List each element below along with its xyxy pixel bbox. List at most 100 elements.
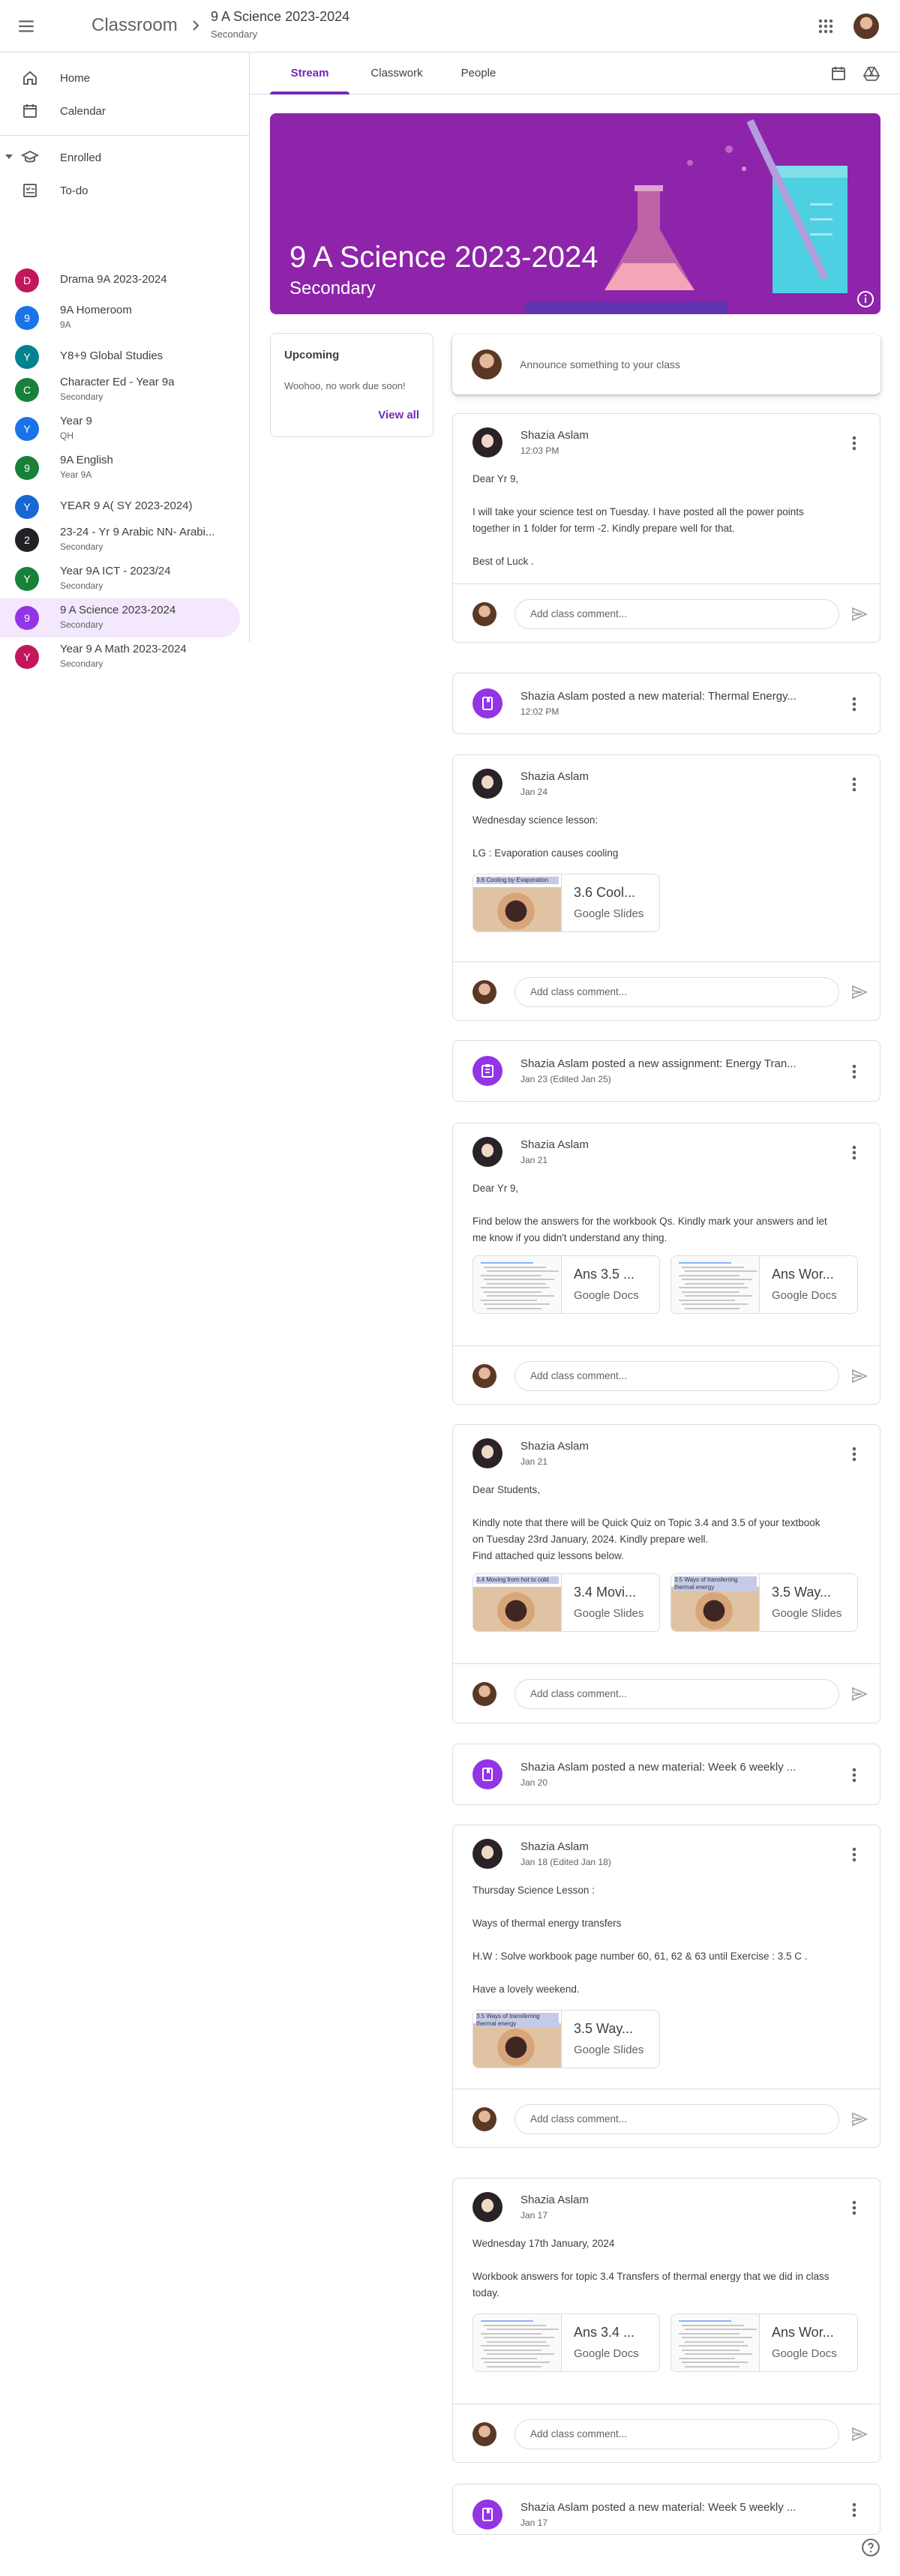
sidebar-class-item[interactable]: 9 9A Homeroom 9A (0, 298, 240, 337)
google-drive-icon[interactable] (862, 64, 880, 82)
post-body-line: Have a lovely weekend. (472, 1984, 580, 1995)
breadcrumb-class-section: Secondary (211, 28, 258, 40)
menu-icon[interactable] (16, 16, 36, 36)
sidebar-item-home[interactable]: Home (0, 61, 240, 94)
attachment-card[interactable]: 3.4 Moving from hot to cold 3.4 Movi... Go… (472, 1573, 660, 1632)
class-name: 9 A Science 2023-2024 (60, 604, 176, 616)
account-avatar[interactable] (854, 13, 879, 39)
material-post-card[interactable]: Shazia Aslam posted a new assignment: En… (452, 1040, 880, 1102)
upcoming-widget: Upcoming Woohoo, no work due soon! View … (270, 333, 434, 437)
more-options-icon[interactable] (843, 432, 866, 454)
more-options-icon[interactable] (843, 1764, 866, 1786)
send-icon[interactable] (850, 605, 868, 623)
class-comment-input[interactable]: Add class comment... (514, 1679, 839, 1709)
post-date: Jan 20 (520, 1777, 548, 1788)
more-options-icon[interactable] (843, 773, 866, 796)
sidebar-class-item[interactable]: 9 9 A Science 2023-2024 Secondary (0, 598, 240, 637)
attachment-card[interactable]: Ans 3.5 ... Google Docs (472, 1255, 660, 1314)
sidebar-item-calendar[interactable]: Calendar (0, 94, 240, 127)
attachment-card[interactable]: 3.6 Cooling by Evaporation 3.6 Cool... Goo… (472, 874, 660, 932)
tab-stream[interactable]: Stream (270, 52, 350, 94)
class-name: Y8+9 Global Studies (60, 349, 164, 362)
sidebar-class-item[interactable]: Y Year 9 A Math 2023-2024 Secondary (0, 637, 240, 676)
info-icon[interactable] (856, 290, 874, 308)
class-section: Secondary (60, 580, 104, 591)
avatar (472, 769, 502, 799)
sidebar-class-item[interactable]: 2 23-24 - Yr 9 Arabic NN- Arabi... Seconda… (0, 520, 240, 559)
tab-classwork[interactable]: Classwork (356, 52, 438, 94)
sidebar-item-label: Enrolled (60, 151, 102, 164)
class-banner: 9 A Science 2023-2024 Secondary (270, 113, 880, 314)
announcement-post-card: Shazia Aslam Jan 17 Wednesday 17th January… (452, 2178, 880, 2463)
post-body-line: together in 1 folder for term -2. Kindly… (472, 523, 735, 534)
sidebar-class-item[interactable]: Y Year 9 QH (0, 409, 240, 448)
slide-thumb-title: 3.5 Ways of transferring thermal energy (476, 2013, 559, 2028)
attachment-card[interactable]: Ans Wor... Google Docs (670, 1255, 858, 1314)
google-apps-icon[interactable] (818, 18, 834, 34)
class-name: Character Ed - Year 9a (60, 376, 175, 388)
class-section: Secondary (60, 541, 104, 552)
announce-box[interactable]: Announce something to your class (452, 334, 880, 394)
announcement-post-card: Shazia Aslam Jan 24 Wednesday science less… (452, 754, 880, 1021)
attachment-type: Google Slides (574, 1607, 644, 1620)
sidebar-item-todo[interactable]: To-do (0, 174, 240, 207)
help-icon[interactable] (861, 2538, 880, 2557)
app-title[interactable]: Classroom (92, 15, 178, 36)
class-comment-input[interactable]: Add class comment... (514, 977, 839, 1007)
banner-class-title: 9 A Science 2023-2024 (290, 241, 598, 274)
material-post-card[interactable]: Shazia Aslam posted a new material: Ther… (452, 673, 880, 734)
more-options-icon[interactable] (843, 1141, 866, 1164)
view-all-link[interactable]: View all (378, 409, 419, 421)
attachment-card[interactable]: Ans 3.4 ... Google Docs (472, 2314, 660, 2372)
attachment-type: Google Slides (772, 1607, 842, 1620)
material-post-title[interactable]: Shazia Aslam posted a new material: Week… (520, 1761, 832, 1774)
caret-down-icon[interactable] (4, 153, 14, 160)
sidebar-class-item[interactable]: C Character Ed - Year 9a Secondary (0, 370, 240, 409)
class-comment-input[interactable]: Add class comment... (514, 2104, 839, 2134)
attachment-card[interactable]: 3.5 Ways of transferring thermal energy 3… (472, 2010, 660, 2068)
more-options-icon[interactable] (843, 693, 866, 715)
more-options-icon[interactable] (843, 1843, 866, 1866)
class-comment-input[interactable]: Add class comment... (514, 599, 839, 629)
attachment-card[interactable]: 3.5 Ways of transferring thermal energy 3… (670, 1573, 858, 1632)
slide-thumb-title: 3.5 Ways of transferring thermal energy (674, 1576, 757, 1591)
material-post-title[interactable]: Shazia Aslam posted a new assignment: En… (520, 1057, 832, 1070)
material-post-title[interactable]: Shazia Aslam posted a new material: Week… (520, 2501, 832, 2514)
slide-thumb-photo (497, 892, 535, 930)
sidebar-class-item[interactable]: D Drama 9A 2023-2024 (0, 261, 240, 300)
send-icon[interactable] (850, 983, 868, 1001)
class-comment-row: Add class comment... (453, 2404, 880, 2462)
breadcrumb-class-title[interactable]: 9 A Science 2023-2024 (211, 9, 350, 25)
post-date: 12:02 PM (520, 706, 560, 717)
post-body-line: LG : Evaporation causes cooling (472, 847, 619, 859)
class-avatar: C (15, 378, 39, 402)
send-icon[interactable] (850, 2425, 868, 2443)
class-name: YEAR 9 A( SY 2023-2024) (60, 499, 193, 512)
sidebar-class-item[interactable]: 9 9A English Year 9A (0, 448, 240, 487)
sidebar-item-enrolled[interactable]: Enrolled (0, 141, 240, 174)
sidebar-class-item[interactable]: Y Year 9A ICT - 2023/24 Secondary (0, 559, 240, 598)
tab-people[interactable]: People (442, 52, 514, 94)
top-app-bar: Classroom 9 A Science 2023-2024 Secondar… (0, 0, 900, 52)
class-comment-input[interactable]: Add class comment... (514, 2419, 839, 2449)
class-avatar: 2 (15, 528, 39, 552)
material-post-card[interactable]: Shazia Aslam posted a new material: Week… (452, 1744, 880, 1805)
send-icon[interactable] (850, 2110, 868, 2128)
send-icon[interactable] (850, 1685, 868, 1703)
class-section: Secondary (60, 658, 104, 669)
attachment-card[interactable]: Ans Wor... Google Docs (670, 2314, 858, 2372)
more-options-icon[interactable] (843, 1443, 866, 1465)
sidebar-nav: Home Calendar Enrolled To-do D Drama 9A 2… (0, 52, 250, 669)
class-comment-input[interactable]: Add class comment... (514, 1361, 839, 1391)
send-icon[interactable] (850, 1367, 868, 1385)
attachment-title: Ans 3.5 ... (574, 1267, 635, 1282)
more-options-icon[interactable] (843, 2499, 866, 2521)
more-options-icon[interactable] (843, 1060, 866, 1083)
post-body-line: Dear Students, (472, 1484, 541, 1495)
more-options-icon[interactable] (843, 2197, 866, 2219)
post-body-line: today. (472, 2287, 500, 2299)
material-post-card[interactable]: Shazia Aslam posted a new material: Week… (452, 2484, 880, 2535)
calendar-icon[interactable] (830, 64, 848, 82)
class-avatar: Y (15, 645, 39, 669)
material-post-title[interactable]: Shazia Aslam posted a new material: Ther… (520, 690, 832, 703)
